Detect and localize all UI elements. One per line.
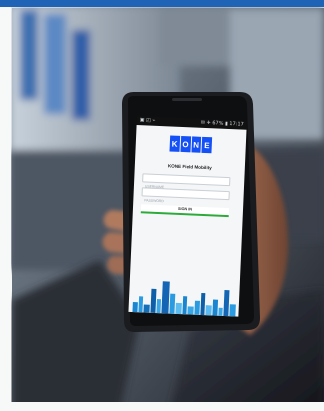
logo-letter-o: O — [180, 135, 191, 153]
photo-frame: ▣ ◰ ⌁ ✉ ✈ 67% ▮ 17:17 K O N E KONE Field… — [0, 0, 324, 411]
app-view: K O N E KONE Field Mobility SIGN IN — [128, 124, 247, 317]
logo-letter-n: N — [190, 136, 202, 153]
logo-letter-e: E — [201, 136, 213, 154]
phone-screen: ▣ ◰ ⌁ ✉ ✈ 67% ▮ 17:17 K O N E KONE Field… — [128, 116, 247, 317]
logo-letter-k: K — [169, 135, 180, 152]
left-margin — [0, 7, 11, 411]
top-accent-bar — [0, 0, 324, 7]
city-skyline-graphic — [132, 281, 236, 317]
app-title: KONE Field Mobility — [167, 163, 212, 171]
bottom-margin — [0, 402, 324, 411]
username-field[interactable] — [142, 173, 231, 194]
kone-logo: K O N E — [169, 135, 213, 154]
